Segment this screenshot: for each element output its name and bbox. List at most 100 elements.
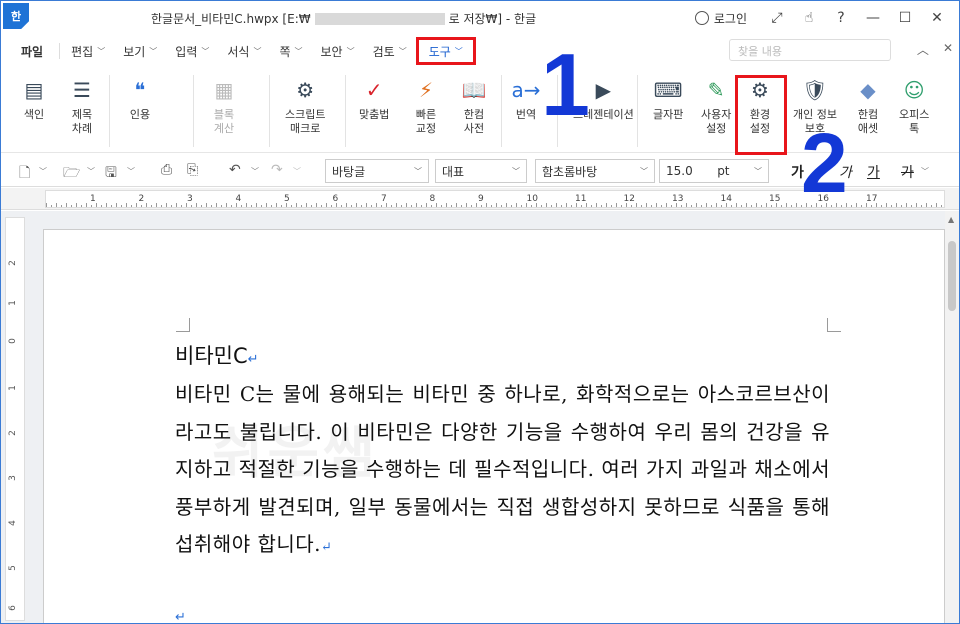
print-icon[interactable]: ⎙ [161, 162, 172, 178]
ribbon-button-label: 제목 [71, 108, 93, 121]
document-page[interactable]: 쉬운쌤 비타민C↵ 비타민 C는 물에 용해되는 비타민 중 하나로, 화학적으… [43, 229, 945, 623]
ribbon-button-translate[interactable]: a→ 번역 [511, 75, 541, 122]
menu-review[interactable]: 검토 ﹀ [364, 39, 416, 63]
ribbon-button-user-settings[interactable]: ✎ 사용자 설정 [701, 75, 731, 136]
spellcheck-icon: ✓ [365, 78, 383, 102]
ruler-tick [186, 203, 187, 207]
ruler-tick [441, 205, 442, 207]
redo-caret-icon[interactable]: ﹀ [293, 166, 301, 177]
hwp-app-icon[interactable]: 한 [3, 3, 29, 29]
help-icon[interactable]: ? [825, 6, 857, 30]
ruler-tick [51, 205, 52, 207]
undo-icon[interactable]: ↶ [229, 162, 241, 178]
ribbon-button-toc[interactable]: ☰ 제목 차례 [67, 75, 97, 136]
ribbon-button-office-talk[interactable]: ☺ 오피스 톡 [899, 75, 929, 136]
menu-page[interactable]: 쪽 ﹀ [270, 39, 311, 63]
strike-button[interactable]: 가 [901, 162, 914, 182]
new-doc-caret-icon[interactable]: ﹀ [39, 166, 47, 177]
vertical-scrollbar[interactable]: ▲ [945, 211, 959, 623]
collapse-ribbon-icon[interactable]: ︿ [917, 41, 929, 58]
vertical-ruler[interactable]: 210123456 [5, 217, 25, 621]
search-input[interactable]: 찾을 내용 [729, 39, 891, 61]
ruler-tick [86, 203, 87, 207]
minimize-icon[interactable]: — [857, 6, 889, 30]
ruler-tick [296, 203, 297, 207]
ruler-tick [376, 203, 377, 207]
ribbon-button-dictionary[interactable]: 📖 한컴 사전 [459, 75, 489, 136]
ruler-tick [536, 203, 537, 207]
ruler-tick [491, 205, 492, 207]
print-preview-icon[interactable]: ⎘ [187, 162, 198, 178]
hand-icon[interactable]: ☝ [793, 6, 825, 30]
ruler-tick [906, 203, 907, 207]
font-size-value: 15.0 [666, 164, 693, 178]
maximize-icon[interactable]: ☐ [889, 6, 921, 30]
menu-tools[interactable]: 도구 ﹀ [415, 37, 476, 65]
strike-caret-icon[interactable]: ﹀ [921, 166, 929, 177]
ruler-tick [151, 205, 152, 207]
ruler-tick [346, 203, 347, 207]
ruler-tick [281, 205, 282, 207]
menu-file[interactable]: 파일 [1, 39, 57, 63]
scroll-thumb[interactable] [948, 241, 956, 311]
open-folder-icon[interactable]: 🗁 [63, 162, 80, 186]
open-caret-icon[interactable]: ﹀ [87, 166, 95, 177]
document-heading[interactable]: 비타민C↵ [175, 340, 259, 370]
ribbon-button-script-macro[interactable]: ⚙ 스크립트 매크로 [285, 75, 325, 136]
ribbon-button-asset[interactable]: ◆ 한컴 애셋 [853, 75, 883, 136]
ruler-tick [96, 203, 97, 207]
return-mark-icon: ↵ [321, 540, 333, 555]
menu-insert[interactable]: 입력 ﹀ [166, 39, 218, 63]
ruler-tick [316, 203, 317, 207]
ruler-tick [651, 205, 652, 207]
close-doc-icon[interactable]: ✕ [943, 41, 953, 58]
ribbon-button-quick-correct[interactable]: ⚡ 빠른 교정 [411, 75, 441, 136]
close-icon[interactable]: ✕ [921, 6, 953, 30]
ruler-tick [636, 203, 637, 207]
ruler-tick [911, 205, 912, 207]
ruler-tick [611, 205, 612, 207]
ruler-tick [431, 205, 432, 207]
ruler-tick [301, 205, 302, 207]
ruler-tick [871, 205, 872, 207]
font-size-unit: pt [717, 164, 730, 178]
menu-security[interactable]: 보안 ﹀ [312, 39, 364, 63]
style-select[interactable]: 바탕글 ﹀ [325, 159, 429, 183]
ribbon-button-spellcheck[interactable]: ✓ 맞춤법 [359, 75, 389, 122]
ribbon-button-index[interactable]: ▤ 색인 [19, 75, 49, 122]
ribbon-button-label: 인용 [129, 108, 151, 121]
ribbon-button-keyboard[interactable]: ⌨ 글자판 [653, 75, 683, 122]
ruler-tick [201, 205, 202, 207]
expand-icon[interactable]: ⤢ [761, 6, 793, 30]
menu-view[interactable]: 보기 ﹀ [114, 39, 166, 63]
ruler-tick [851, 205, 852, 207]
font-select[interactable]: 함초롬바탕 ﹀ [535, 159, 655, 183]
menu-format[interactable]: 서식 ﹀ [218, 39, 270, 63]
ribbon-button-label: 글자판 [653, 108, 684, 121]
outline-select[interactable]: 대표 ﹀ [435, 159, 527, 183]
menu-edit[interactable]: 편집 ﹀ [62, 39, 114, 63]
ruler-tick [381, 205, 382, 207]
ruler-tick [586, 203, 587, 207]
save-caret-icon[interactable]: ﹀ [127, 166, 135, 177]
empty-paragraph-mark[interactable]: ↵ [175, 610, 186, 623]
privacy-icon: 🛡 [802, 78, 828, 102]
ruler-tick [926, 203, 927, 207]
ribbon-button-block-calc[interactable]: ▦ 블록 계산 [209, 75, 239, 136]
font-size-field[interactable]: 15.0 pt ﹀ [659, 159, 769, 183]
login-button[interactable]: 로그인 [694, 10, 747, 27]
scroll-up-icon[interactable]: ▲ [948, 215, 954, 224]
underline-button[interactable]: 가 [867, 162, 880, 182]
ribbon-button-citation[interactable]: ❝ 인용 [125, 75, 155, 122]
save-icon[interactable]: 🖫 [105, 162, 117, 186]
undo-caret-icon[interactable]: ﹀ [251, 166, 259, 177]
ribbon-button-label: 블록 [213, 108, 235, 121]
ruler-tick [781, 205, 782, 207]
ruler-tick [356, 203, 357, 207]
redo-icon[interactable]: ↷ [271, 162, 283, 178]
ruler-tick [241, 205, 242, 207]
ruler-tick [181, 205, 182, 207]
new-doc-icon[interactable]: 🗋 [19, 162, 30, 186]
document-paragraph[interactable]: 비타민 C는 물에 용해되는 비타민 중 하나로, 화학적으로는 아스코르브산이… [175, 376, 830, 567]
ruler-number: 3 [187, 194, 193, 204]
